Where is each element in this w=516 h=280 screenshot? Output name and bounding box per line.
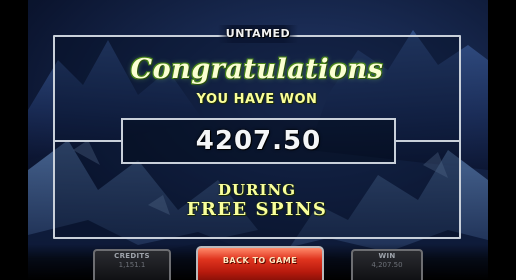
right-letterbox <box>488 0 516 280</box>
win-amount-box: 4207.50 <box>121 118 396 164</box>
back-to-game-button[interactable]: BACK TO GAME <box>196 246 324 280</box>
credits-label: CREDITS <box>114 252 150 260</box>
back-to-game-label: BACK TO GAME <box>222 256 298 265</box>
during-label: DURING <box>217 181 297 199</box>
game-screen: UNTAMED Congratulations YOU HAVE WON 420… <box>0 0 516 280</box>
win-label: WIN <box>378 252 396 260</box>
win-value: 4,207.50 <box>371 261 403 269</box>
congratulations-title: Congratulations <box>130 54 384 85</box>
left-letterbox <box>0 0 28 280</box>
amount-connector-right <box>396 140 460 142</box>
credits-panel: CREDITS 1,151.1 <box>93 249 171 280</box>
win-amount-value: 4207.50 <box>195 126 322 156</box>
game-logo: UNTAMED <box>218 25 298 43</box>
amount-connector-left <box>55 140 121 142</box>
win-panel: WIN 4,207.50 <box>351 249 423 280</box>
you-have-won-label: YOU HAVE WON <box>196 92 318 107</box>
credits-value: 1,151.1 <box>118 261 146 269</box>
free-spins-label: FREE SPINS <box>186 199 328 220</box>
